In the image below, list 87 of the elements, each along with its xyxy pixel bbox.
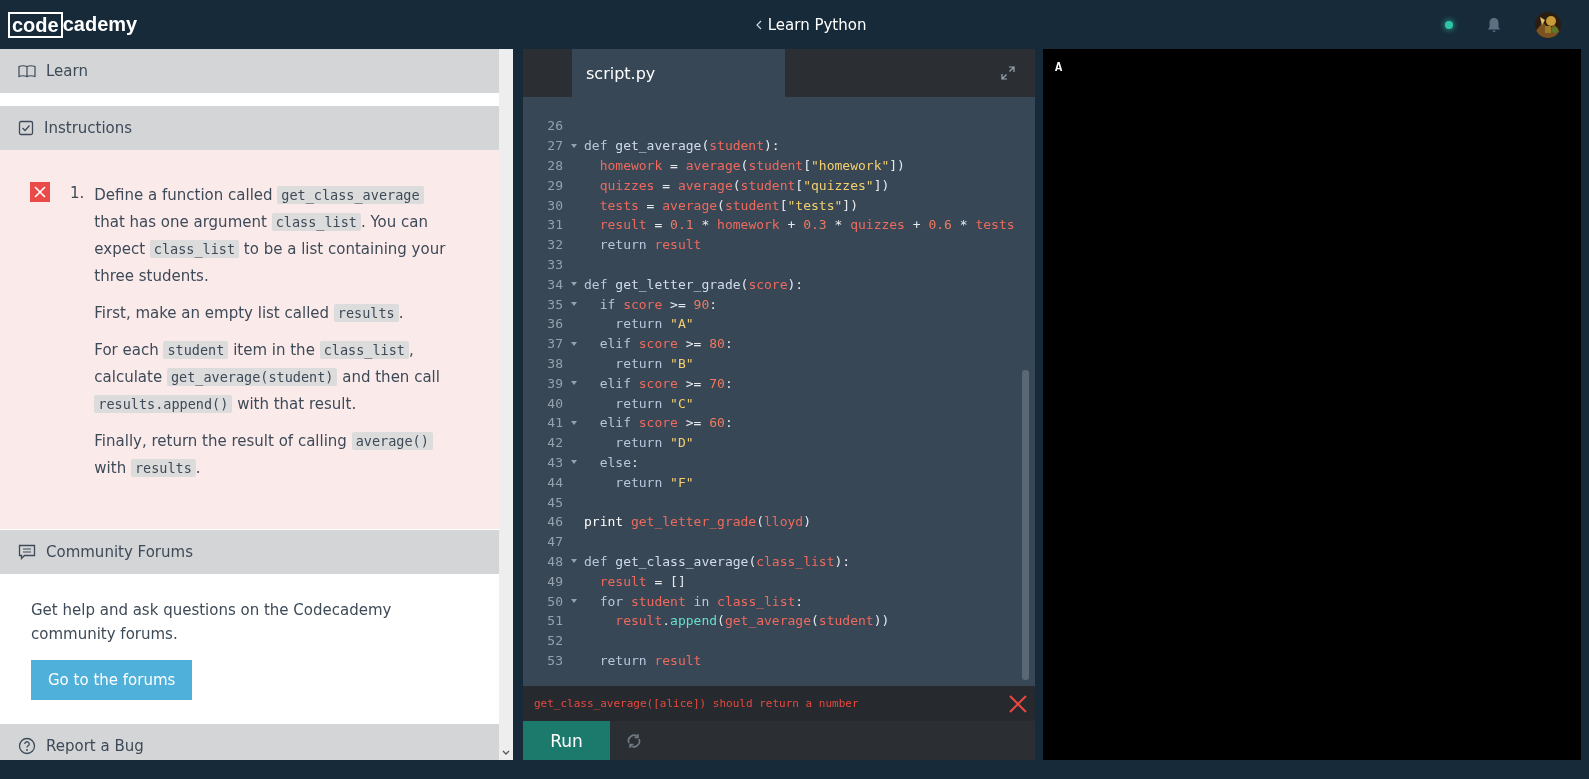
code-line: return "D" [614, 435, 694, 451]
line-number: 39 [546, 375, 563, 391]
line-number: 38 [546, 355, 563, 371]
fold-arrow-icon[interactable] [570, 302, 577, 307]
line-number: 36 [546, 316, 563, 332]
fold-arrow-icon[interactable] [570, 381, 577, 386]
code-line: quizzes = average(student["quizzes"]) [598, 177, 890, 193]
code-line: result = 0.1 * homework + 0.3 * quizzes + 0.6 * tests [598, 217, 1015, 233]
line-number: 35 [546, 296, 563, 312]
line-number: 50 [546, 593, 563, 609]
line-number: 40 [546, 395, 563, 411]
report-bug-section-header[interactable]: Report a Bug [0, 724, 499, 760]
instruction-text: Define a function called get_class_average that has one argument class_list . You can expect class_list to be a list containing your three students. [94, 185, 447, 287]
fold-arrow-icon[interactable] [570, 599, 577, 603]
code-line: elif score >= 80: [598, 336, 733, 352]
line-number: 30 [546, 197, 563, 213]
line-number: 32 [546, 237, 563, 253]
line-number: 42 [546, 435, 563, 451]
chevron-left-icon [755, 19, 762, 30]
code-line: return "B" [614, 355, 694, 371]
line-number: 33 [546, 256, 563, 272]
code-line: print get_letter_grade(lloyd) [584, 514, 811, 530]
fold-arrow-icon[interactable] [570, 460, 577, 465]
code-line: result = [] [598, 573, 686, 589]
line-number: 43 [546, 454, 563, 470]
line-number: 45 [546, 494, 563, 510]
expand-icon [1001, 66, 1015, 80]
learn-section-header[interactable]: Learn [0, 49, 499, 93]
scrollbar-thumb[interactable] [1022, 370, 1029, 680]
line-number: 47 [546, 534, 563, 550]
instruction-text: First, make an empty list called results . [94, 303, 405, 324]
code-line: else: [598, 454, 639, 470]
code-line: return "F" [614, 474, 694, 490]
code-line: if score >= 90: [598, 296, 718, 312]
line-number: 27 [546, 138, 563, 154]
line-number: 49 [546, 573, 563, 589]
community-section-header[interactable]: Community Forums [0, 530, 499, 574]
checkbox-icon [18, 120, 34, 136]
line-number: 52 [546, 633, 563, 649]
instruction-text: Finally, return the result of calling average() with results . [94, 428, 457, 482]
run-button[interactable]: Run [523, 721, 610, 760]
fold-arrow-icon[interactable] [570, 559, 577, 564]
file-tab[interactable]: script.py [572, 49, 785, 97]
course-link[interactable]: Learn Python [755, 15, 867, 34]
code-line: def get_letter_grade(score): [584, 276, 804, 292]
line-number: 41 [546, 415, 563, 431]
question-circle-icon [18, 737, 36, 755]
fold-arrow-icon[interactable] [570, 341, 577, 346]
code-line: result.append(get_average(student)) [614, 613, 890, 629]
logo[interactable]: code cademy [8, 11, 138, 38]
console-output: A [1055, 61, 1064, 75]
line-number: 34 [546, 276, 563, 292]
line-number: 48 [546, 553, 563, 569]
bell-icon [1487, 16, 1501, 33]
line-number: 37 [546, 336, 563, 352]
error-message: get_class_average([alice]) should return a number [534, 697, 859, 710]
fold-arrow-icon[interactable] [570, 420, 577, 425]
line-number: 44 [546, 474, 563, 490]
instruction-text: For each student item in the class_list , calculate get_average(student) and then call results.append() with that result. [94, 340, 441, 415]
line-number: 53 [546, 652, 563, 668]
code-line: tests = average(student["tests"]) [598, 197, 858, 213]
code-line: homework = average(student["homework"]) [598, 158, 905, 173]
line-number: 51 [546, 613, 563, 629]
code-line: return result [598, 237, 702, 253]
line-number: 31 [546, 217, 563, 233]
step-number: 1. [70, 184, 85, 204]
code-line: for student in class_list: [598, 593, 804, 609]
code-line: return "A" [614, 316, 694, 332]
close-icon [1009, 694, 1027, 713]
code-line: def get_class_average(class_list): [584, 553, 851, 569]
fold-arrow-icon[interactable] [570, 282, 577, 287]
reset-icon[interactable] [626, 732, 642, 749]
line-number: 26 [546, 118, 563, 134]
speech-bubble-icon [18, 544, 36, 560]
line-number: 28 [546, 158, 563, 173]
code-line: elif score >= 60: [598, 415, 733, 431]
forums-description: Get help and ask questions on the Codecademy community forums. [31, 600, 393, 645]
code-line: return result [598, 652, 702, 668]
fold-arrow-icon[interactable] [570, 143, 577, 148]
code-line: return "C" [614, 395, 694, 411]
book-icon [18, 64, 36, 78]
code-line: elif score >= 70: [598, 375, 733, 391]
scroll-down-icon[interactable] [502, 750, 510, 756]
line-number: 29 [546, 177, 563, 193]
instructions-section-header[interactable]: Instructions [0, 106, 499, 150]
code-line: def get_average(student): [584, 138, 780, 154]
line-number: 46 [546, 514, 563, 530]
